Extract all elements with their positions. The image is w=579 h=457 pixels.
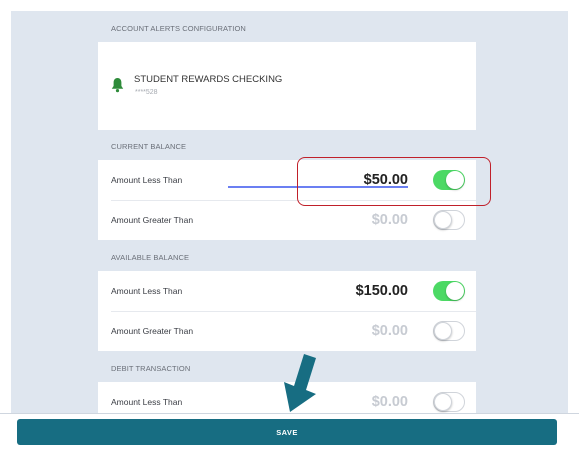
toggle-knob [446, 282, 464, 300]
footer-divider [0, 413, 579, 414]
toggle-knob [434, 393, 452, 411]
alert-toggle[interactable] [433, 321, 465, 341]
account-card: STUDENT REWARDS CHECKING ****528 [98, 42, 476, 130]
row-label: Amount Less Than [111, 397, 183, 407]
row-label: Amount Greater Than [111, 326, 194, 336]
alert-toggle[interactable] [433, 281, 465, 301]
account-name: STUDENT REWARDS CHECKING [134, 74, 283, 85]
alert-toggle[interactable] [433, 210, 465, 230]
account-number: ****528 [135, 89, 158, 96]
section-title-debit-transaction: DEBIT TRANSACTION [111, 364, 191, 373]
row-label: Amount Less Than [111, 175, 183, 185]
amount-input[interactable]: $0.00 [372, 323, 408, 339]
bell-icon [111, 77, 124, 98]
amount-input[interactable]: $150.00 [356, 283, 408, 299]
annotation-highlight-box [297, 157, 491, 206]
alert-toggle[interactable] [433, 392, 465, 412]
row-label: Amount Greater Than [111, 215, 194, 225]
available-balance-greater-than-row: Amount Greater Than $0.00 [98, 313, 476, 351]
arrow-down-icon [270, 352, 324, 419]
current-balance-greater-than-row: Amount Greater Than $0.00 [98, 202, 476, 240]
available-balance-card: Amount Less Than $150.00 Amount Greater … [98, 271, 476, 351]
divider [111, 311, 476, 312]
page-title: ACCOUNT ALERTS CONFIGURATION [111, 24, 246, 33]
section-title-available-balance: AVAILABLE BALANCE [111, 253, 190, 262]
save-button[interactable]: SAVE [17, 419, 557, 445]
row-label: Amount Less Than [111, 286, 183, 296]
section-title-current-balance: CURRENT BALANCE [111, 142, 187, 151]
toggle-knob [434, 322, 452, 340]
amount-input[interactable]: $0.00 [372, 394, 408, 410]
amount-input[interactable]: $0.00 [372, 212, 408, 228]
toggle-knob [434, 211, 452, 229]
available-balance-less-than-row: Amount Less Than $150.00 [98, 273, 476, 311]
